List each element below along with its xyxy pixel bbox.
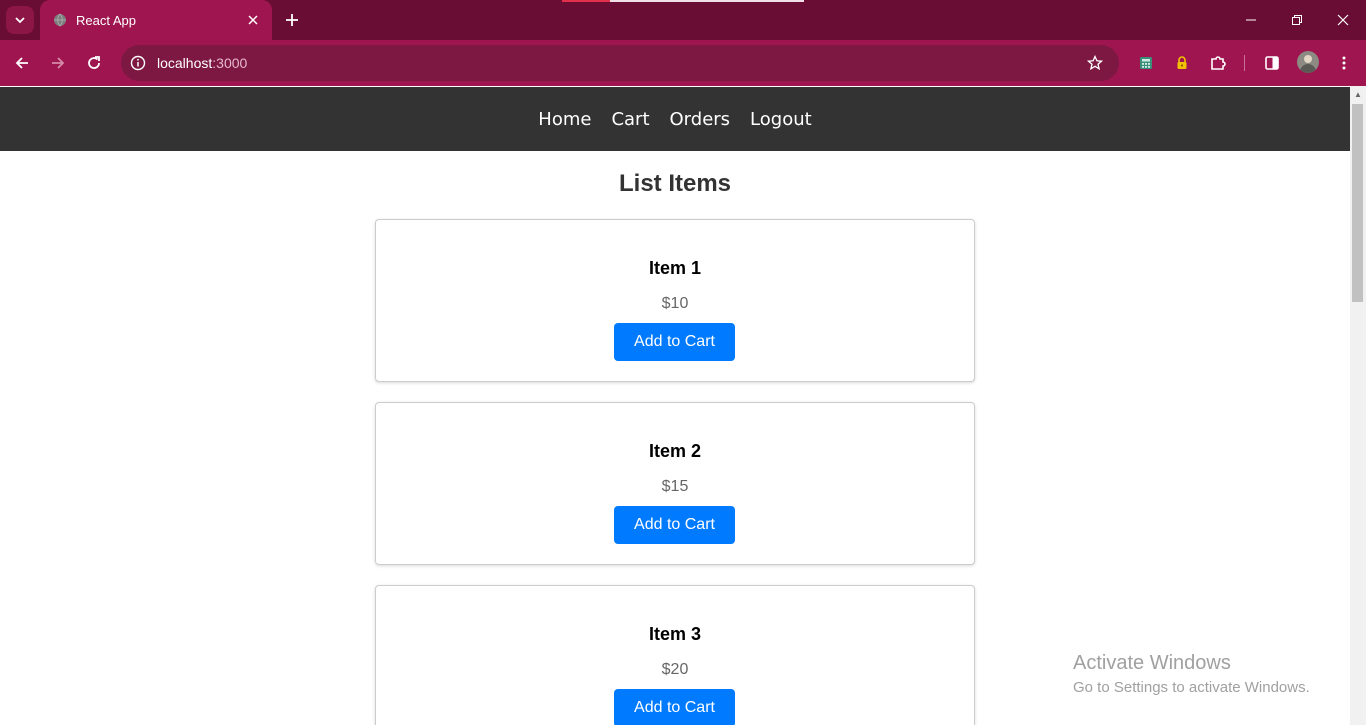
close-icon [1337,14,1349,26]
site-navbar: Home Cart Orders Logout [0,87,1350,151]
tab-search-button[interactable] [6,6,34,34]
extensions-button[interactable] [1204,49,1232,77]
watermark-title: Activate Windows [1073,652,1231,674]
add-to-cart-button[interactable]: Add to Cart [614,689,735,725]
nav-link-logout[interactable]: Logout [750,109,812,130]
browser-titlebar: React App [0,0,1366,40]
item-price: $15 [661,478,689,495]
url-port: :3000 [212,55,248,71]
chevron-down-icon [15,17,25,24]
toolbar-separator [1244,55,1245,71]
page-viewport: Home Cart Orders Logout List Items Item … [0,86,1350,725]
browser-toolbar: localhost:3000 [0,40,1366,86]
url-host: localhost [157,55,213,71]
close-icon[interactable] [244,11,262,29]
back-button[interactable] [8,49,36,77]
minimize-icon [1246,19,1256,21]
nav-link-cart[interactable]: Cart [611,109,649,130]
avatar-head [1304,55,1312,63]
item-name: Item 2 [648,441,702,461]
page-title: List Items [618,170,732,197]
new-tab-button[interactable] [280,8,304,32]
info-icon[interactable] [123,48,153,78]
star-icon[interactable] [1081,49,1109,77]
browser-menu-button[interactable] [1330,49,1358,77]
more-vertical-icon [1342,56,1346,70]
windows-activation-watermark: Activate Windows Go to Settings to activ… [1073,652,1310,696]
profile-avatar[interactable] [1297,51,1319,73]
restore-icon [1292,15,1302,25]
tab-title: React App [76,12,136,28]
plus-icon [286,14,298,26]
loading-indicator-track [610,0,804,2]
loading-indicator [562,0,610,2]
item-name: Item 3 [648,624,702,644]
restore-button[interactable] [1274,0,1320,40]
item-price: $10 [661,295,689,312]
globe-icon [52,12,68,28]
side-panel-icon [1265,56,1279,70]
forward-button[interactable] [44,49,72,77]
item-name: Item 1 [648,258,702,278]
minimize-button[interactable] [1228,0,1274,40]
nav-link-orders[interactable]: Orders [670,109,731,130]
browser-tab[interactable]: React App [40,0,272,40]
add-to-cart-button[interactable]: Add to Cart [614,506,735,544]
url-text: localhost:3000 [157,55,247,71]
arrow-right-icon [52,57,65,69]
scrollbar-thumb[interactable] [1352,104,1363,302]
item-card: Item 1 $10 Add to Cart [375,219,975,382]
item-card: Item 2 $15 Add to Cart [375,402,975,565]
nav-link-home[interactable]: Home [538,109,591,130]
address-bar[interactable]: localhost:3000 [121,45,1119,81]
calculator-extension-button[interactable] [1132,49,1160,77]
puzzle-icon [1211,56,1226,70]
lock-extension-button[interactable] [1168,49,1196,77]
watermark-subtitle: Go to Settings to activate Windows. [1073,679,1310,696]
side-panel-button[interactable] [1258,49,1286,77]
item-card: Item 3 $20 Add to Cart [375,585,975,725]
lock-icon [1177,56,1187,69]
add-to-cart-button[interactable]: Add to Cart [614,323,735,361]
window-close-button[interactable] [1320,0,1366,40]
reload-icon [88,56,100,69]
scroll-up-arrow-icon[interactable]: ▲ [1350,86,1366,102]
item-price: $20 [661,661,689,678]
reload-button[interactable] [80,49,108,77]
calculator-icon [1140,57,1152,69]
page-scrollbar[interactable]: ▲ [1350,86,1366,725]
arrow-left-icon [15,57,28,69]
avatar-body [1300,64,1316,73]
